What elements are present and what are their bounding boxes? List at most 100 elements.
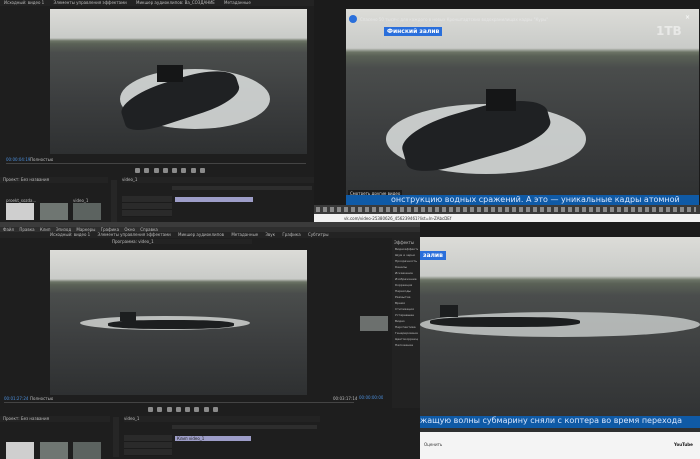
effects-item[interactable]: Изображение — [395, 277, 418, 281]
export-frame-button[interactable] — [199, 168, 205, 173]
watermark: 1ТВ — [656, 24, 682, 38]
effects-item[interactable]: Перспектива — [395, 325, 418, 329]
b-tab-graphics[interactable]: Графика — [282, 232, 300, 237]
effects-item[interactable]: Каналы — [395, 265, 418, 269]
p-step-forward-button[interactable] — [185, 407, 191, 412]
news-bottom-submarine — [430, 317, 580, 327]
b-tab-source[interactable]: Исходный: видео 1 — [50, 232, 90, 237]
effects-item[interactable]: Переходы — [395, 289, 418, 293]
p-mark-in-button[interactable] — [148, 407, 153, 412]
project-thumb-1[interactable] — [6, 203, 34, 220]
submarine-sail — [157, 65, 183, 82]
effects-item[interactable]: Генерирование — [395, 331, 418, 335]
news-header-text: Спасено 50 тысяч: для каждого в новых Кр… — [360, 17, 549, 22]
effects-item[interactable]: Наложение — [395, 343, 418, 347]
b-track-v1[interactable] — [124, 435, 172, 442]
program-monitor-video[interactable] — [50, 250, 307, 395]
p-step-back-button[interactable] — [166, 407, 172, 412]
step-back-button[interactable] — [153, 168, 159, 173]
effects-item[interactable]: Стилизация — [395, 307, 418, 311]
playhead-bar[interactable] — [6, 163, 306, 164]
tools-panel — [111, 180, 117, 222]
top-sequence-tab[interactable]: video_1 — [122, 177, 314, 183]
effects-item[interactable]: Видео — [395, 319, 418, 323]
b-sequence-tab[interactable]: video_1 — [124, 416, 320, 422]
source-mini-thumb[interactable] — [360, 316, 388, 331]
b-tools-panel — [113, 417, 119, 457]
project-item-label-1: proekt_sozda... — [6, 198, 37, 203]
track-v1[interactable] — [122, 196, 172, 203]
program-end-timecode: 00:03:17:14 — [333, 396, 358, 401]
track-v2[interactable] — [122, 203, 172, 210]
address-text[interactable]: vk.com/video-25380626_456239461?list=ln-… — [344, 216, 674, 221]
project-item-label-2: video_1 — [73, 198, 89, 203]
mark-out-button[interactable] — [144, 168, 150, 173]
program-fit-dropdown[interactable]: Полностью — [30, 396, 53, 401]
mark-in-button[interactable] — [135, 168, 140, 173]
p-play-button[interactable] — [175, 407, 181, 412]
effects-item[interactable]: Время — [395, 301, 418, 305]
effects-header: Эффекты — [394, 240, 414, 245]
program-playhead-bar[interactable] — [4, 402, 354, 403]
program-timecode: 00:01:27:24 — [4, 396, 29, 401]
b-project-thumb-1[interactable] — [6, 442, 34, 459]
source-monitor-video[interactable] — [50, 9, 307, 154]
news-video-bottom[interactable]: залив жащую волны субмарину сняли с копт… — [420, 237, 700, 432]
effects-list: Видеоэффекты Шум и зерно Прозрачность Канал… — [392, 247, 420, 347]
b-timeline-ruler[interactable] — [172, 425, 317, 429]
timeline-clip[interactable] — [175, 197, 253, 202]
source-fit-dropdown[interactable]: Полностью — [30, 157, 53, 162]
tab-metadata[interactable]: Метаданные — [224, 0, 251, 5]
p-mark-out-button[interactable] — [157, 407, 163, 412]
youtube-label[interactable]: YouTube — [674, 442, 693, 447]
p-export-frame-button[interactable] — [212, 407, 218, 412]
effects-item[interactable]: Шум и зерно — [395, 253, 418, 257]
insert-button[interactable] — [181, 168, 187, 173]
news-submarine-sail — [486, 89, 516, 111]
effects-item[interactable]: Видеоэффекты — [395, 247, 418, 251]
b-tab-effect-controls[interactable]: Элементы управления эффектами — [98, 232, 171, 237]
play-button[interactable] — [162, 168, 168, 173]
b-tab-audio-mixer[interactable]: Микшер аудиоклипов — [178, 232, 224, 237]
b-tab-metadata[interactable]: Метаданные — [231, 232, 258, 237]
rating-label[interactable]: Оценить — [424, 442, 442, 447]
program-tab[interactable]: Программа: video_1 — [112, 239, 252, 244]
b-track-v2[interactable] — [124, 442, 172, 449]
track-a1[interactable] — [122, 210, 172, 217]
location-label-bottom: залив — [420, 251, 446, 260]
effects-item[interactable]: Коррекция — [395, 283, 418, 287]
b-track-a1[interactable] — [124, 449, 172, 456]
b-project-thumb-2[interactable] — [40, 442, 68, 459]
effects-item[interactable]: Размытие — [395, 295, 418, 299]
b-tab-captions[interactable]: Субтитры — [308, 232, 329, 237]
tab-effect-controls[interactable]: Элементы управления эффектами — [54, 0, 127, 5]
timeline-ruler[interactable] — [172, 186, 312, 190]
b-project-thumb-3[interactable] — [73, 442, 101, 459]
news-close-icon[interactable]: × — [685, 14, 690, 21]
bottom-tabbar: Исходный: видео 1 Элементы управления эф… — [0, 232, 420, 238]
project-thumb-3[interactable] — [73, 203, 101, 220]
effects-item[interactable]: Устаревшее — [395, 313, 418, 317]
comment-area: Оценить YouTube — [420, 432, 700, 459]
tab-audio-mixer[interactable]: Микшер аудиоклипов: Ва_СОЗДАНИЕ — [136, 0, 215, 5]
effects-item[interactable]: Искажение — [395, 271, 418, 275]
effects-item[interactable]: Прозрачность — [395, 259, 418, 263]
program-submarine-hull — [108, 320, 234, 329]
p-extract-button[interactable] — [203, 407, 209, 412]
news-video-top[interactable]: Спасено 50 тысяч: для каждого в новых Кр… — [346, 9, 699, 205]
program-submarine-sail — [120, 312, 136, 321]
tab-source[interactable]: Исходный: видео 1 — [4, 0, 44, 5]
effects-item[interactable]: Цветокоррекция — [395, 337, 418, 341]
top-premiere-tabbar: Исходный: видео 1 Элементы управления эф… — [0, 0, 314, 6]
b-tab-audio[interactable]: Звук — [265, 232, 275, 237]
bottom-project-header: Проект: Без названия — [0, 416, 110, 422]
project-thumb-2[interactable] — [40, 203, 68, 220]
tab-strip-icons[interactable] — [316, 207, 696, 212]
source-timecode-bottom: 00:00:00:00 — [359, 395, 384, 400]
p-lift-button[interactable] — [194, 407, 200, 412]
transport-controls — [135, 168, 255, 174]
step-forward-button[interactable] — [172, 168, 178, 173]
overwrite-button[interactable] — [190, 168, 196, 173]
b-project-title: Проект: Без названия — [3, 416, 50, 421]
browser-address-bar[interactable]: vk.com/video-25380626_456239461?list=ln-… — [314, 214, 700, 222]
